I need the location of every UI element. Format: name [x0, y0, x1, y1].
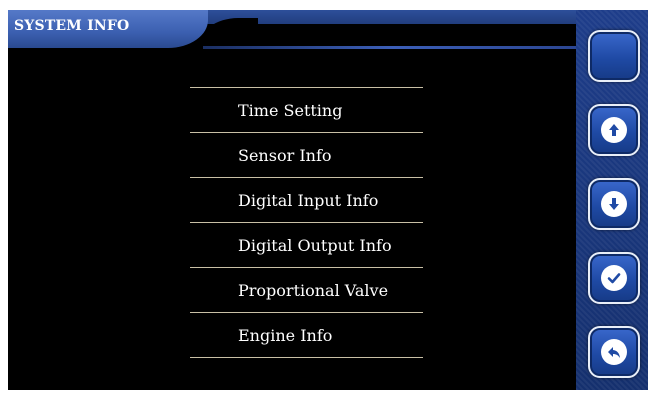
menu-item-engine-info[interactable]: Engine Info — [190, 313, 423, 357]
menu-item-digital-input-info[interactable]: Digital Input Info — [190, 178, 423, 222]
down-button[interactable] — [588, 178, 640, 230]
arrow-down-icon — [601, 191, 627, 217]
menu-item-digital-output-info[interactable]: Digital Output Info — [190, 223, 423, 267]
menu-item-label: Sensor Info — [238, 145, 332, 165]
menu-item-label: Engine Info — [238, 325, 333, 345]
arrow-up-icon — [601, 117, 627, 143]
screen: SYSTEM INFO Time Setting Sensor Info Dig… — [8, 10, 648, 390]
header: SYSTEM INFO — [8, 10, 648, 60]
title-tab: SYSTEM INFO — [8, 10, 208, 48]
menu-item-label: Digital Input Info — [238, 190, 379, 210]
back-icon — [601, 339, 627, 365]
menu-item-time-setting[interactable]: Time Setting — [190, 88, 423, 132]
blank-button[interactable] — [588, 30, 640, 82]
menu-item-label: Proportional Valve — [238, 280, 389, 300]
check-icon — [601, 265, 627, 291]
menu-item-proportional-valve[interactable]: Proportional Valve — [190, 268, 423, 312]
button-sidebar — [576, 10, 648, 390]
menu-item-label: Digital Output Info — [238, 235, 392, 255]
menu-item-sensor-info[interactable]: Sensor Info — [190, 133, 423, 177]
menu-list: Time Setting Sensor Info Digital Input I… — [190, 87, 423, 358]
back-button[interactable] — [588, 326, 640, 378]
confirm-button[interactable] — [588, 252, 640, 304]
menu-separator — [190, 357, 423, 358]
up-button[interactable] — [588, 104, 640, 156]
menu-item-label: Time Setting — [238, 100, 343, 120]
page-title: SYSTEM INFO — [14, 18, 130, 34]
header-divider — [203, 46, 583, 49]
